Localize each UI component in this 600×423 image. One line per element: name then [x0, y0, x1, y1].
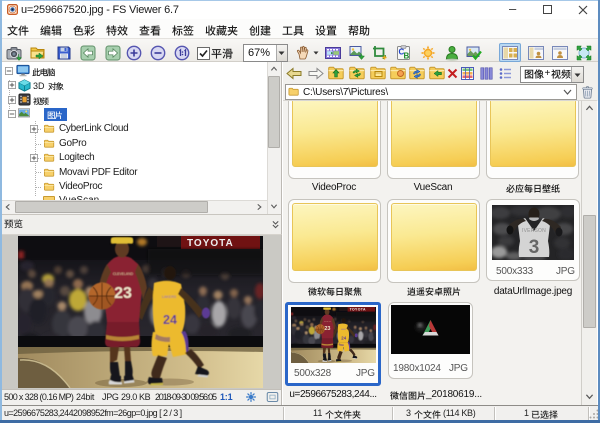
svg-text:B: B	[404, 52, 410, 61]
